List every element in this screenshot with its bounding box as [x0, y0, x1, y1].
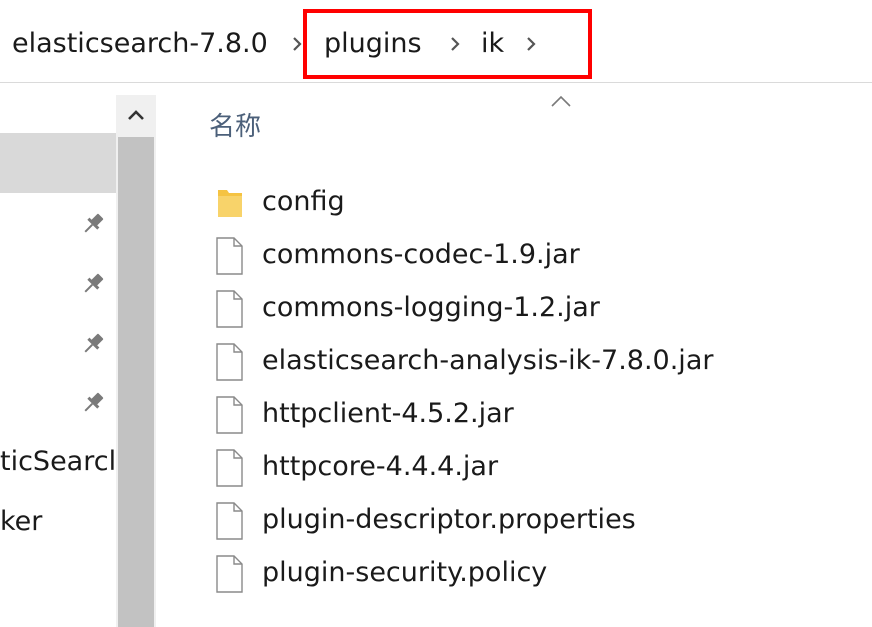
- nav-scrollbar[interactable]: [116, 95, 156, 627]
- file-name-label: plugin-descriptor.properties: [262, 504, 636, 535]
- file-row[interactable]: plugin-security.policy: [210, 549, 860, 601]
- file-icon: [214, 502, 244, 540]
- sort-ascending-icon: [550, 93, 572, 107]
- pin-icon[interactable]: [80, 211, 106, 237]
- folder-row[interactable]: config: [210, 178, 860, 230]
- address-bar[interactable]: elasticsearch-7.8.0 plugins ik: [0, 0, 872, 83]
- file-name-label: commons-logging-1.2.jar: [262, 292, 600, 323]
- file-name-label: commons-codec-1.9.jar: [262, 239, 580, 270]
- file-name-label: httpclient-4.5.2.jar: [262, 398, 514, 429]
- folder-icon: [214, 184, 244, 222]
- file-icon: [214, 237, 244, 275]
- file-icon: [214, 555, 244, 593]
- pin-icon[interactable]: [80, 390, 106, 416]
- file-row[interactable]: elasticsearch-analysis-ik-7.8.0.jar: [210, 337, 860, 389]
- pin-icon[interactable]: [80, 271, 106, 297]
- pin-icon[interactable]: [80, 331, 106, 357]
- file-list-pane: 名称 config commons-codec-1.9.jar commons-lo…: [160, 83, 872, 627]
- breadcrumb-item-elasticsearch[interactable]: elasticsearch-7.8.0: [12, 24, 268, 64]
- file-name-label: httpcore-4.4.4.jar: [262, 451, 499, 482]
- file-icon: [214, 343, 244, 381]
- file-name-label: config: [262, 186, 345, 217]
- file-row[interactable]: httpclient-4.5.2.jar: [210, 390, 860, 442]
- file-row[interactable]: commons-codec-1.9.jar: [210, 231, 860, 283]
- navigation-pane[interactable]: ticSearcl ker: [0, 83, 116, 627]
- file-icon: [214, 449, 244, 487]
- file-icon: [214, 290, 244, 328]
- nav-item-label[interactable]: ticSearcl: [0, 445, 116, 479]
- file-row[interactable]: httpcore-4.4.4.jar: [210, 443, 860, 495]
- nav-item-selected[interactable]: [0, 133, 116, 193]
- highlight-annotation-box: [303, 9, 592, 79]
- scroll-up-button[interactable]: [116, 95, 156, 135]
- scroll-thumb[interactable]: [118, 137, 154, 627]
- file-icon: [214, 396, 244, 434]
- file-row[interactable]: plugin-descriptor.properties: [210, 496, 860, 548]
- file-row[interactable]: commons-logging-1.2.jar: [210, 284, 860, 336]
- nav-item-label[interactable]: ker: [0, 505, 42, 539]
- chevron-up-icon: [128, 110, 144, 120]
- file-name-label: elasticsearch-analysis-ik-7.8.0.jar: [262, 345, 714, 376]
- column-header-name[interactable]: 名称: [209, 109, 261, 145]
- file-name-label: plugin-security.policy: [262, 557, 548, 588]
- file-explorer-window: elasticsearch-7.8.0 plugins ik ticSearcl…: [0, 0, 872, 627]
